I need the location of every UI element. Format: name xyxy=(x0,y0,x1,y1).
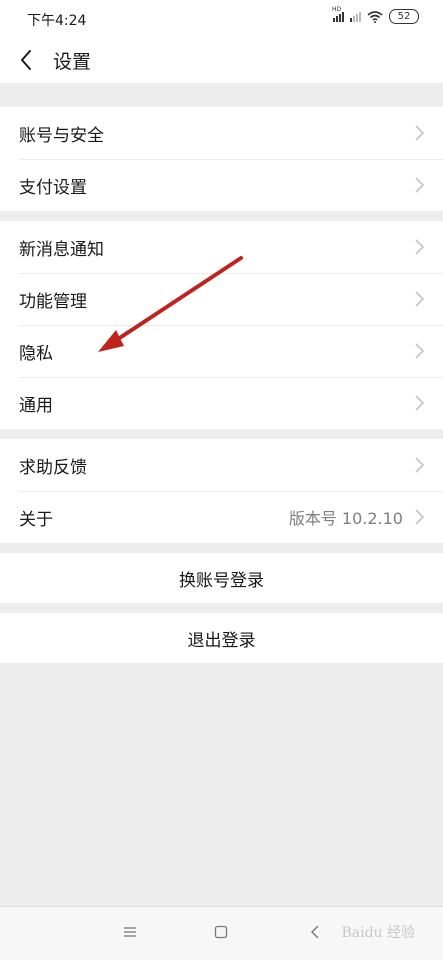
wifi-icon xyxy=(367,10,383,23)
settings-item-about[interactable]: 关于 版本号 10.2.10 xyxy=(0,491,443,543)
system-nav-bar: Baidu 经验 xyxy=(0,906,443,960)
signal-icon: HD xyxy=(332,6,344,22)
settings-group-account: 账号与安全 支付设置 xyxy=(0,107,443,211)
battery-icon: 52 xyxy=(389,9,419,24)
chevron-right-icon xyxy=(415,457,425,473)
back-nav-icon[interactable] xyxy=(309,925,321,939)
settings-item-label: 求助反馈 xyxy=(19,457,87,478)
page-title: 设置 xyxy=(53,51,92,73)
settings-item-payment[interactable]: 支付设置 xyxy=(0,159,443,211)
settings-item-privacy[interactable]: 隐私 xyxy=(0,325,443,377)
status-icons: HD 52 xyxy=(332,6,419,24)
settings-item-label: 关于 xyxy=(19,509,53,530)
chevron-right-icon xyxy=(415,239,425,255)
settings-item-label: 支付设置 xyxy=(19,177,87,198)
settings-item-feedback[interactable]: 求助反馈 xyxy=(0,439,443,491)
settings-item-notifications[interactable]: 新消息通知 xyxy=(0,221,443,273)
settings-item-label: 账号与安全 xyxy=(19,125,104,146)
watermark: Baidu 经验 xyxy=(341,925,415,941)
settings-group-help: 求助反馈 关于 版本号 10.2.10 xyxy=(0,439,443,543)
settings-item-label: 通用 xyxy=(19,395,53,416)
nav-bar: 设置 xyxy=(0,36,443,83)
logout-button[interactable]: 退出登录 xyxy=(0,613,443,663)
chevron-right-icon xyxy=(415,177,425,193)
version-value: 版本号 10.2.10 xyxy=(288,509,403,528)
chevron-right-icon xyxy=(415,291,425,307)
back-icon[interactable] xyxy=(14,46,42,74)
switch-account-button[interactable]: 换账号登录 xyxy=(0,553,443,603)
settings-item-account-security[interactable]: 账号与安全 xyxy=(0,107,443,159)
status-bar: 下午4:24 HD 52 xyxy=(0,0,443,36)
status-time: 下午4:24 xyxy=(27,13,87,29)
settings-item-features[interactable]: 功能管理 xyxy=(0,273,443,325)
settings-item-label: 功能管理 xyxy=(19,291,87,312)
signal-2-icon xyxy=(350,11,361,22)
home-icon[interactable] xyxy=(214,925,228,939)
hd-label: HD xyxy=(332,5,342,13)
chevron-right-icon xyxy=(415,125,425,141)
chevron-right-icon xyxy=(415,395,425,411)
chevron-right-icon xyxy=(415,343,425,359)
settings-item-general[interactable]: 通用 xyxy=(0,377,443,429)
settings-item-label: 隐私 xyxy=(19,343,53,364)
settings-group-general: 新消息通知 功能管理 隐私 通用 xyxy=(0,221,443,429)
settings-item-label: 新消息通知 xyxy=(19,239,104,260)
chevron-right-icon xyxy=(415,509,425,525)
menu-icon[interactable] xyxy=(123,925,137,939)
